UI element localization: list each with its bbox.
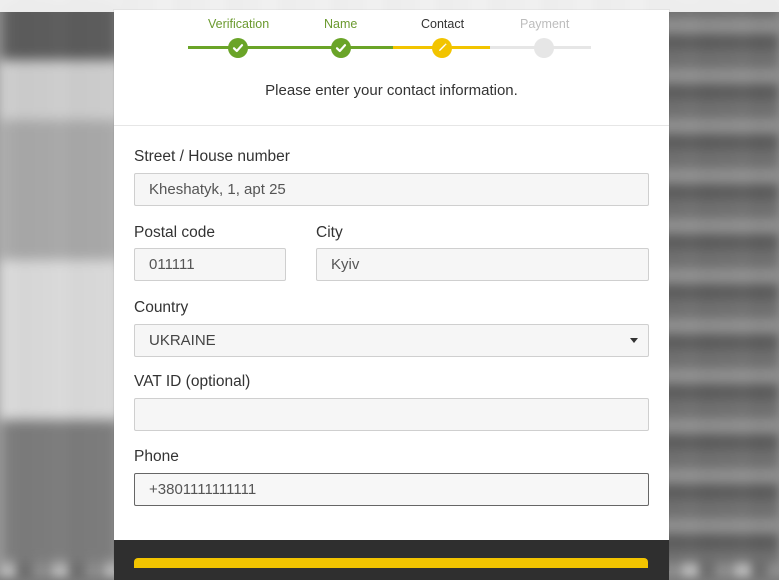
street-label: Street / House number: [134, 148, 290, 165]
step-name-dot: [331, 38, 351, 58]
step-verification-label: Verification: [208, 17, 270, 31]
continue-button-edge[interactable]: [134, 558, 648, 568]
contact-form-card: Verification Name Contact Payment Please…: [114, 10, 669, 580]
progress-line-done: [188, 46, 393, 49]
check-icon: [232, 44, 244, 53]
postal-code-value: 011111: [149, 256, 195, 273]
country-select[interactable]: UKRAINE: [134, 324, 649, 357]
phone-input[interactable]: +3801111111111: [134, 473, 649, 506]
postal-code-input[interactable]: 011111: [134, 248, 286, 281]
city-input[interactable]: Kyiv: [316, 248, 649, 281]
step-verification-dot: [228, 38, 248, 58]
street-input[interactable]: Kheshatyk, 1, apt 25: [134, 173, 649, 206]
street-value: Kheshatyk, 1, apt 25: [149, 181, 286, 198]
background-left: [0, 0, 120, 563]
vat-label: VAT ID (optional): [134, 373, 251, 390]
phone-value: +3801111111111: [149, 481, 257, 498]
pencil-icon: [439, 43, 447, 51]
progress-stepper: Verification Name Contact Payment Please…: [114, 10, 669, 126]
country-label: Country: [134, 299, 189, 316]
step-contact-dot: [432, 38, 452, 58]
city-value: Kyiv: [331, 256, 360, 273]
step-name-label: Name: [324, 17, 358, 31]
caret-down-icon: [630, 338, 638, 343]
phone-label: Phone: [134, 448, 179, 465]
postal-code-label: Postal code: [134, 224, 215, 241]
country-value: UKRAINE: [149, 332, 216, 349]
step-contact-label: Contact: [421, 17, 465, 31]
vat-input[interactable]: [134, 398, 649, 431]
background-right: [659, 0, 779, 563]
step-payment-label: Payment: [520, 17, 570, 31]
step-payment-dot: [534, 38, 554, 58]
city-label: City: [316, 224, 343, 241]
form-subtitle: Please enter your contact information.: [265, 82, 518, 99]
check-icon: [335, 44, 347, 53]
